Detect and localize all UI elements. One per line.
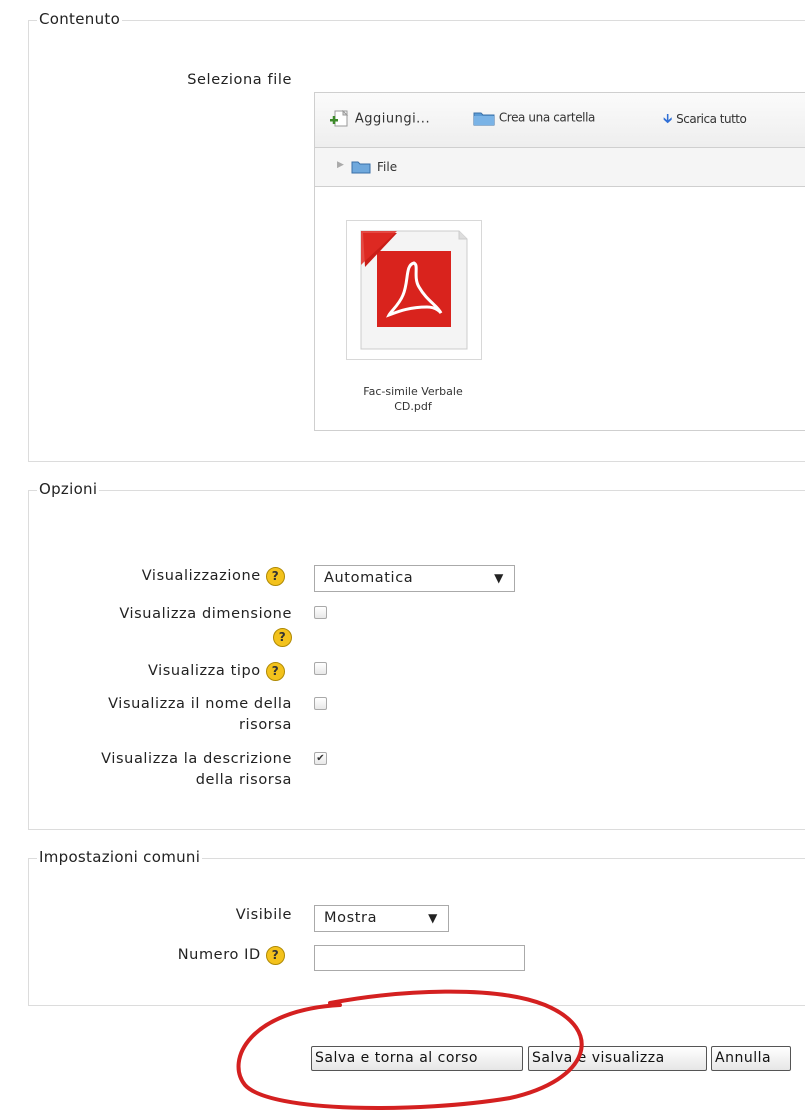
options-legend: Opzioni bbox=[37, 480, 100, 498]
help-icon[interactable]: ? bbox=[266, 661, 285, 681]
add-file-icon bbox=[330, 109, 349, 127]
add-file-button[interactable]: Aggiungi... bbox=[329, 109, 430, 128]
expand-arrow-icon[interactable]: ▶ bbox=[337, 160, 344, 170]
file-thumbnail[interactable] bbox=[346, 220, 482, 360]
file-picker-toolbar: Aggiungi... Crea una cartella 🡳 Scarica … bbox=[315, 93, 805, 148]
show-type-label: Visualizza tipo ? bbox=[40, 661, 285, 682]
show-description-label: Visualizza la descrizione della risorsa bbox=[101, 751, 292, 788]
display-select[interactable]: Automatica ▼ bbox=[314, 565, 515, 592]
show-size-checkbox[interactable] bbox=[314, 606, 327, 619]
common-settings-legend: Impostazioni comuni bbox=[37, 848, 203, 866]
help-icon[interactable]: ? bbox=[266, 566, 285, 586]
help-icon[interactable]: ? bbox=[266, 945, 285, 965]
save-and-display-button[interactable]: Salva e visualizza bbox=[528, 1046, 707, 1071]
common-settings-fieldset: Impostazioni comuni bbox=[28, 848, 805, 1006]
path-folder-link[interactable]: File bbox=[377, 160, 397, 174]
id-number-input[interactable] bbox=[314, 945, 525, 971]
visible-select[interactable]: Mostra ▼ bbox=[314, 905, 449, 932]
save-and-return-button[interactable]: Salva e torna al corso bbox=[311, 1046, 523, 1071]
folder-icon bbox=[351, 161, 371, 174]
content-legend: Contenuto bbox=[37, 10, 123, 28]
cancel-button[interactable]: Annulla bbox=[711, 1046, 791, 1071]
file-name[interactable]: Fac-simile Verbale CD.pdf bbox=[324, 384, 502, 414]
chevron-down-icon: ▼ bbox=[494, 571, 504, 585]
show-description-checkbox[interactable]: ✔ bbox=[314, 752, 327, 765]
show-name-label: Visualizza il nome della risorsa bbox=[108, 696, 292, 733]
path-bar: ▶ File bbox=[315, 148, 805, 187]
show-type-checkbox[interactable] bbox=[314, 662, 327, 675]
show-name-checkbox[interactable] bbox=[314, 697, 327, 710]
create-folder-button[interactable]: Crea una cartella bbox=[473, 110, 595, 126]
id-number-label: Numero ID ? bbox=[90, 945, 285, 966]
download-all-button[interactable]: 🡳 Scarica tutto bbox=[663, 110, 747, 132]
chevron-down-icon: ▼ bbox=[428, 911, 438, 925]
pdf-file-icon bbox=[360, 230, 468, 350]
display-label: Visualizzazione ? bbox=[40, 566, 285, 587]
visible-label: Visibile bbox=[235, 907, 292, 923]
folder-icon bbox=[473, 112, 495, 126]
help-icon[interactable]: ? bbox=[273, 627, 292, 647]
download-arrow-icon: 🡳 bbox=[663, 112, 673, 127]
show-size-label: Visualizza dimensione ? bbox=[40, 604, 292, 648]
check-icon: ✔ bbox=[316, 753, 325, 764]
select-file-label: Seleziona file bbox=[187, 72, 292, 88]
